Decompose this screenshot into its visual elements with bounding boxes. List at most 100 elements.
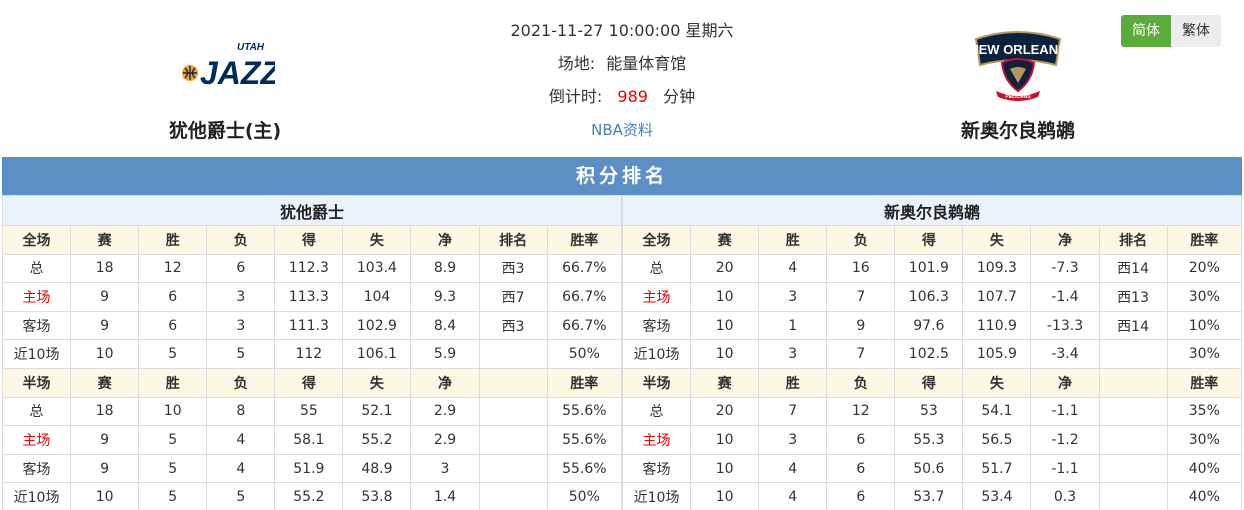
table-cell: 111.3 [274, 310, 344, 341]
venue-value: 能量体育馆 [606, 54, 687, 73]
table-row: 近10场 10 3 7 102.5 105.9 -3.4 30% [621, 339, 1243, 369]
table-cell: 51.9 [274, 453, 344, 484]
table-cell: 6 [138, 310, 208, 341]
table-cell: 103.4 [342, 253, 412, 284]
table-cell: 9 [826, 310, 896, 341]
table-cell: 近10场 [1, 482, 72, 510]
table-cell: 5 [206, 482, 276, 510]
simplified-chinese-button[interactable]: 简体 [1121, 15, 1171, 47]
table-cell: 50% [546, 339, 623, 369]
table-cell: 3 [758, 339, 828, 369]
column-header: 得 [274, 225, 344, 255]
table-cell: 6 [826, 425, 896, 455]
column-header: 胜率 [546, 367, 623, 398]
column-header: 胜 [138, 225, 208, 255]
table-cell: 9 [70, 310, 140, 341]
table-cell: 53.8 [342, 482, 412, 510]
table-cell: 10 [70, 482, 140, 510]
traditional-chinese-button[interactable]: 繁体 [1171, 15, 1221, 47]
table-cell: 总 [621, 253, 692, 284]
table-cell: 主场 [1, 282, 72, 312]
countdown: 倒计时: 989 分钟 [472, 84, 772, 117]
column-header: 负 [826, 225, 896, 255]
column-header: 赛 [70, 225, 140, 255]
table-cell: -13.3 [1030, 310, 1100, 341]
table-cell: 52.1 [342, 396, 412, 427]
away-standings-table: 新奥尔良鹈鹕 全场赛胜负得失净排名 胜率总 20 4 16 101.9 109.3 -7.3 西1… [621, 195, 1243, 510]
table-cell: 20% [1166, 253, 1243, 284]
column-header: 失 [962, 367, 1032, 398]
away-team-block: NEW ORLEANS PELICANS 新奥尔良鹈鹕 [898, 18, 1138, 143]
table-cell: 总 [1, 253, 72, 284]
svg-text:JAZZ: JAZZ [200, 55, 275, 88]
table-cell: 9 [70, 453, 140, 484]
countdown-label: 倒计时: [548, 87, 603, 106]
table-cell: -3.4 [1030, 339, 1100, 369]
table-cell: 110.9 [962, 310, 1032, 341]
pelicans-logo: NEW ORLEANS PELICANS [898, 18, 1138, 110]
column-header: 得 [894, 367, 964, 398]
table-cell: 55.2 [342, 425, 412, 455]
table-cell: 18 [70, 396, 140, 427]
table-cell: 7 [826, 282, 896, 312]
column-header: 赛 [70, 367, 140, 398]
table-cell: 5 [138, 482, 208, 510]
standings-section: 积分排名 犹他爵士 全场赛胜负得失净排名 胜率总 18 12 6 112.3 103.4 8.9… [1, 157, 1243, 510]
column-header: 胜率 [1166, 367, 1243, 398]
table-cell: 53 [894, 396, 964, 427]
table-cell: 3 [758, 425, 828, 455]
table-cell: 6 [206, 253, 276, 284]
table-cell: 16 [826, 253, 896, 284]
table-cell: -1.1 [1030, 453, 1100, 484]
table-cell [1098, 425, 1168, 455]
table-cell: 8.4 [410, 310, 480, 341]
table-cell [478, 425, 548, 455]
home-standings-table: 犹他爵士 全场赛胜负得失净排名 胜率总 18 12 6 112.3 103.4 8.9 西3 66.… [1, 195, 623, 510]
table-cell: 48.9 [342, 453, 412, 484]
table-cell: 8.9 [410, 253, 480, 284]
table-cell: 12 [138, 253, 208, 284]
table-cell: 2.9 [410, 396, 480, 427]
table-cell: 20 [690, 396, 760, 427]
table-row: 近10场 10 5 5 55.2 53.8 1.4 50% [1, 482, 623, 510]
table-header-row: 全场赛胜负得失净排名 胜率 [1, 225, 623, 255]
table-cell: 主场 [621, 425, 692, 455]
table-cell: 102.9 [342, 310, 412, 341]
column-header: 负 [206, 367, 276, 398]
table-cell: 109.3 [962, 253, 1032, 284]
nba-info-link[interactable]: NBA资料 [591, 121, 653, 139]
table-cell: 55.3 [894, 425, 964, 455]
table-row: 总 18 12 6 112.3 103.4 8.9 西3 66.7% [1, 253, 623, 284]
column-header: 得 [274, 367, 344, 398]
table-cell: 6 [138, 282, 208, 312]
table-row: 主场 10 3 6 55.3 56.5 -1.2 30% [621, 425, 1243, 455]
column-header: 得 [894, 225, 964, 255]
table-cell: 西3 [478, 310, 548, 341]
table-cell: 53.4 [962, 482, 1032, 510]
table-cell: 66.7% [546, 310, 623, 341]
table-cell: 4 [206, 425, 276, 455]
table-cell: 总 [621, 396, 692, 427]
table-row: 总 18 10 8 55 52.1 2.9 55.6% [1, 396, 623, 427]
table-cell: 3 [758, 282, 828, 312]
table-cell: 10 [690, 425, 760, 455]
home-team-block: UTAH JAZZ 犹他爵士(主) [105, 18, 345, 143]
jazz-logo: UTAH JAZZ [105, 18, 345, 110]
table-cell: 3 [206, 282, 276, 312]
column-header: 净 [1030, 225, 1100, 255]
svg-text:PELICANS: PELICANS [1005, 94, 1031, 100]
table-cell: 101.9 [894, 253, 964, 284]
table-cell: 112 [274, 339, 344, 369]
match-header: UTAH JAZZ 犹他爵士(主) 2021-11-27 10:00:00 星期… [0, 0, 1244, 156]
table-cell: 106.3 [894, 282, 964, 312]
table-team-name: 新奥尔良鹈鹕 [622, 195, 1242, 226]
table-cell: 112.3 [274, 253, 344, 284]
table-cell [478, 339, 548, 369]
table-cell: 主场 [621, 282, 692, 312]
table-cell: 97.6 [894, 310, 964, 341]
table-cell: 55.6% [546, 453, 623, 484]
language-toggle: 简体 繁体 [1121, 15, 1221, 47]
table-cell: 56.5 [962, 425, 1032, 455]
table-cell: 5 [138, 453, 208, 484]
match-venue: 场地: 能量体育馆 [472, 51, 772, 84]
